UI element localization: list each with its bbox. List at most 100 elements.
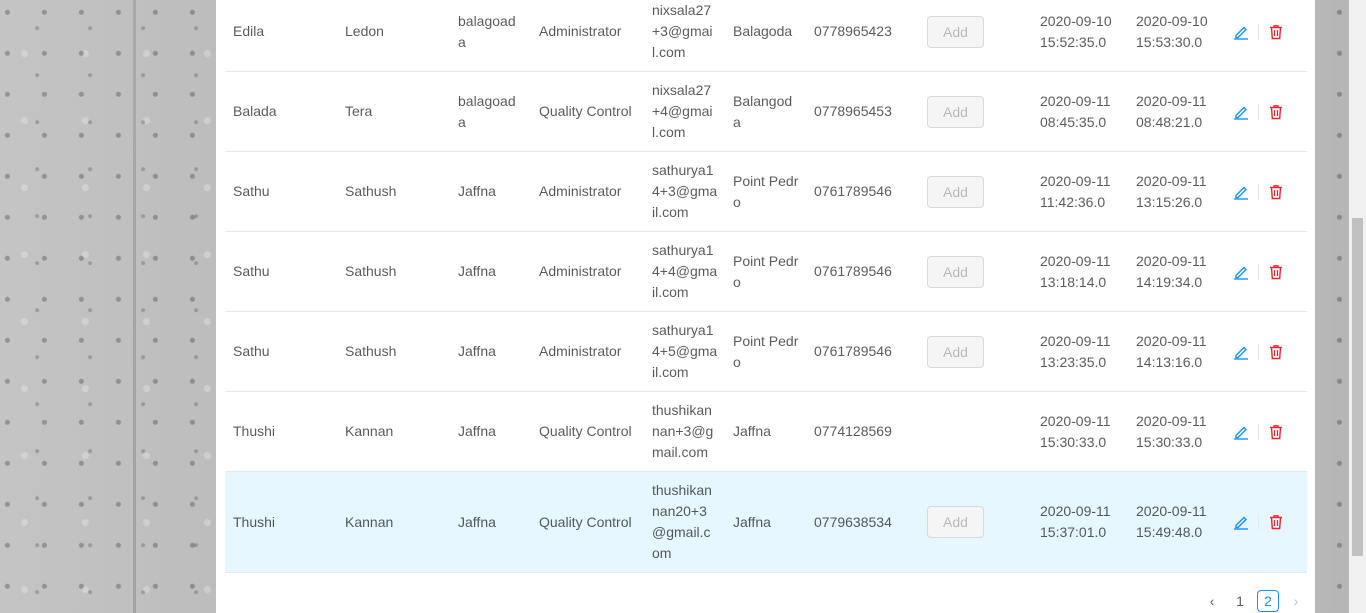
edit-icon[interactable] — [1232, 23, 1250, 41]
last-name-cell: Kannan — [345, 472, 445, 572]
add-cell: Add — [927, 312, 1027, 391]
last-name-cell: Kannan — [345, 392, 445, 471]
scrollbar-thumb[interactable] — [1352, 218, 1363, 556]
city-cell-text: balagoada — [458, 92, 516, 130]
add-button[interactable]: Add — [927, 335, 984, 368]
last-name-cell: Tera — [345, 72, 445, 151]
edit-icon[interactable] — [1232, 343, 1250, 361]
city-cell-text: Jaffna — [458, 513, 496, 530]
prev-page-button[interactable]: ‹ — [1201, 590, 1223, 612]
delete-icon[interactable] — [1267, 103, 1285, 121]
city-cell: Jaffna — [458, 472, 522, 572]
edit-icon[interactable] — [1232, 423, 1250, 441]
created-text: 2020-09-10 15:52:35.0 — [1040, 12, 1112, 50]
first-name-cell: Thushi — [233, 472, 333, 572]
actions-cell — [1232, 152, 1302, 231]
created-text: 2020-09-11 15:30:33.0 — [1040, 412, 1111, 450]
created-cell: 2020-09-11 11:42:36.0 — [1040, 152, 1130, 231]
role-cell-text: Administrator — [539, 263, 622, 279]
first-name-cell-text: Sathu — [233, 343, 270, 359]
delete-icon[interactable] — [1267, 263, 1285, 281]
city-cell-text: Jaffna — [458, 423, 496, 439]
city-cell-text: Jaffna — [458, 343, 496, 359]
address-cell-text: Point Pedro — [733, 332, 799, 370]
table-row: Sathu Sathush Jaffna Administrator sathurya1… — [225, 232, 1307, 312]
add-button[interactable]: Add — [927, 15, 984, 48]
edit-icon[interactable] — [1232, 183, 1250, 201]
delete-icon[interactable] — [1267, 183, 1285, 201]
email-cell-text: thushikannan20+3@gmail.com — [652, 482, 712, 561]
role-cell: Administrator — [539, 0, 639, 71]
address-cell: Point Pedro — [733, 312, 799, 391]
add-button[interactable]: Add — [927, 95, 984, 128]
delete-icon[interactable] — [1267, 343, 1285, 361]
role-cell: Administrator — [539, 232, 639, 311]
address-cell-text: Point Pedro — [733, 252, 799, 290]
address-cell-text: Jaffna — [733, 513, 771, 530]
last-name-cell-text: Tera — [345, 103, 373, 119]
phone-cell-text: 0774128569 — [814, 423, 892, 439]
role-cell-text: Administrator — [539, 183, 622, 199]
role-cell: Quality Control — [539, 472, 639, 572]
first-name-cell: Sathu — [233, 232, 333, 311]
page-scrollbar[interactable] — [1349, 0, 1366, 613]
edit-icon[interactable] — [1232, 103, 1250, 121]
delete-icon[interactable] — [1267, 513, 1285, 531]
users-table: Edila Ledon balagoada Administrator nixsala2… — [225, 0, 1307, 573]
first-name-cell: Sathu — [233, 152, 333, 231]
updated-text: 2020-09-11 08:48:21.0 — [1136, 92, 1207, 130]
city-cell-text: Jaffna — [458, 263, 496, 279]
role-cell: Quality Control — [539, 392, 639, 471]
first-name-cell-text: Sathu — [233, 183, 270, 199]
table-row: Balada Tera balagoada Quality Control nixsal… — [225, 72, 1307, 152]
table-row: Sathu Sathush Jaffna Administrator sathurya1… — [225, 312, 1307, 392]
first-name-cell: Thushi — [233, 392, 333, 471]
role-cell-text: Quality Control — [539, 513, 632, 530]
actions-cell — [1232, 232, 1302, 311]
add-cell: Add — [927, 72, 1027, 151]
email-cell: thushikannan+3@gmail.com — [652, 392, 718, 471]
city-cell: Jaffna — [458, 232, 522, 311]
email-cell-text: nixsala27+4@gmail.com — [652, 82, 713, 140]
add-button[interactable]: Add — [927, 255, 984, 288]
add-button[interactable]: Add — [927, 506, 984, 538]
table-row: Thushi Kannan Jaffna Quality Control thushik… — [225, 392, 1307, 472]
last-name-cell: Ledon — [345, 0, 445, 71]
role-cell: Quality Control — [539, 72, 639, 151]
add-cell: Add — [927, 0, 1027, 71]
page-2-button[interactable]: 2 — [1257, 590, 1279, 612]
email-cell: nixsala27+3@gmail.com — [652, 0, 718, 71]
role-cell-text: Quality Control — [539, 103, 632, 119]
actions-cell — [1232, 472, 1302, 572]
first-name-cell-text: Balada — [233, 103, 277, 119]
pagination: ‹ 1 2 › — [1201, 590, 1307, 612]
city-cell: Jaffna — [458, 152, 522, 231]
add-cell: Add — [927, 472, 1027, 572]
city-cell: Jaffna — [458, 392, 522, 471]
page-1-button[interactable]: 1 — [1229, 590, 1251, 612]
actions-cell — [1232, 0, 1302, 71]
first-name-cell: Edila — [233, 0, 333, 71]
action-divider — [1258, 343, 1259, 360]
table-body: Edila Ledon balagoada Administrator nixsala2… — [225, 0, 1307, 573]
edit-icon[interactable] — [1232, 263, 1250, 281]
updated-cell: 2020-09-11 15:49:48.0 — [1136, 472, 1226, 572]
edit-icon[interactable] — [1232, 513, 1250, 531]
email-cell-text: sathurya14+3@gmail.com — [652, 162, 718, 220]
next-page-button[interactable]: › — [1285, 590, 1307, 612]
actions-cell — [1232, 72, 1302, 151]
updated-text: 2020-09-11 14:13:16.0 — [1136, 332, 1207, 370]
created-cell: 2020-09-11 15:30:33.0 — [1040, 392, 1130, 471]
delete-icon[interactable] — [1267, 23, 1285, 41]
delete-icon[interactable] — [1267, 423, 1285, 441]
email-cell: sathurya14+3@gmail.com — [652, 152, 718, 231]
address-cell-text: Jaffna — [733, 423, 771, 439]
role-cell-text: Administrator — [539, 23, 622, 39]
email-cell: sathurya14+5@gmail.com — [652, 312, 718, 391]
last-name-cell-text: Sathush — [345, 343, 397, 359]
add-button[interactable]: Add — [927, 175, 984, 208]
phone-cell: 0761789546 — [814, 152, 914, 231]
background-texture — [133, 0, 136, 613]
last-name-cell: Sathush — [345, 312, 445, 391]
action-divider — [1258, 263, 1259, 280]
